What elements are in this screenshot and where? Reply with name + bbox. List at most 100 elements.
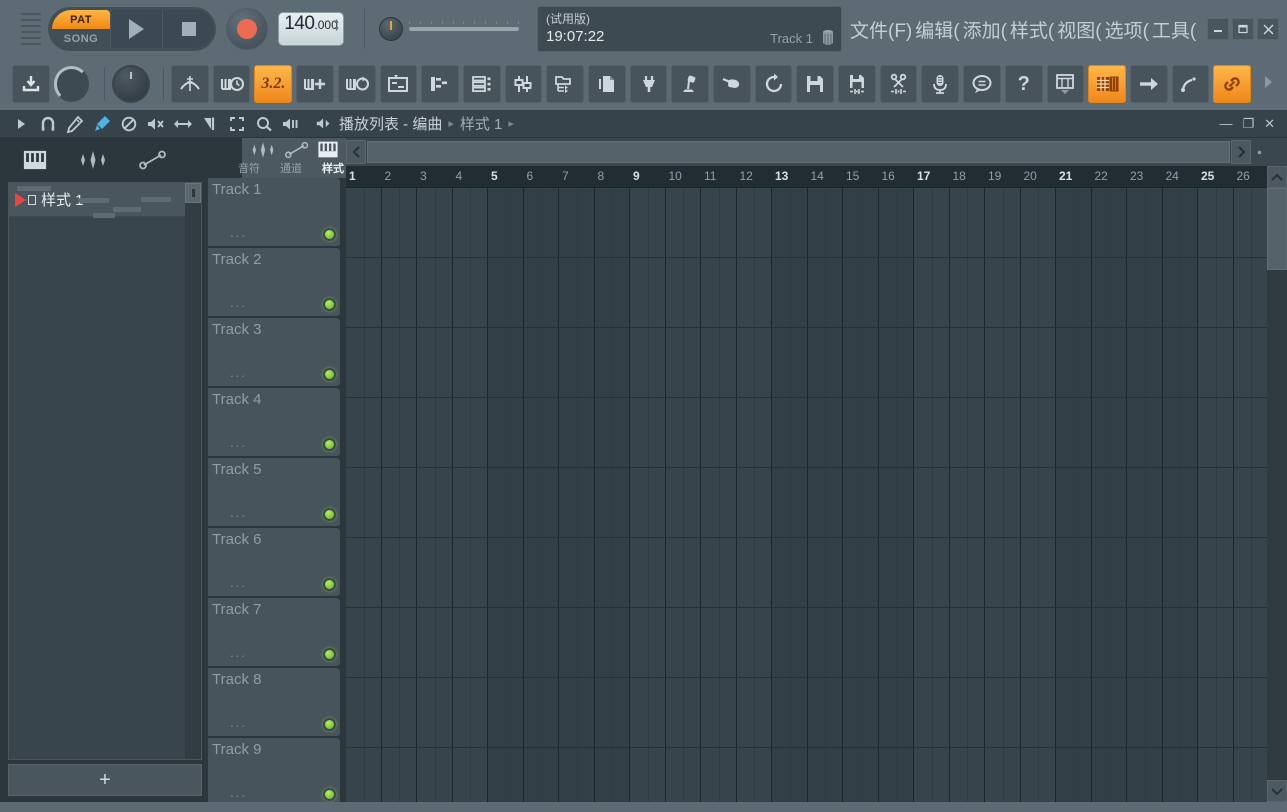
track-enable-led[interactable] — [323, 368, 336, 381]
vertical-scrollbar[interactable] — [1267, 166, 1287, 802]
track-menu-dots[interactable]: ... — [230, 785, 247, 800]
tempo-up-icon[interactable]: ▲ — [333, 18, 340, 25]
track-enable-led[interactable] — [323, 648, 336, 661]
track-row[interactable]: Track 3... — [208, 318, 340, 388]
link-button[interactable] — [1213, 65, 1251, 103]
piano-keys-icon[interactable] — [316, 140, 340, 159]
track-menu-dots[interactable]: ... — [230, 435, 247, 450]
track-menu-dots[interactable]: ... — [230, 225, 247, 240]
track-row[interactable]: Track 8... — [208, 668, 340, 738]
track-enable-led[interactable] — [323, 788, 336, 801]
horizontal-scroll-thumb[interactable] — [367, 141, 1230, 163]
pattern-list[interactable]: 样式 1 — [8, 182, 202, 760]
zoom-handle[interactable] — [1251, 140, 1267, 164]
tab-pattern-label[interactable]: 样式 — [322, 160, 344, 176]
record-mic-button[interactable] — [921, 65, 960, 103]
track-row[interactable]: Track 6... — [208, 528, 340, 598]
timeline-ruler[interactable]: 1 2 3 4 5 6 7 8 9 10 11 12 13 14 15 16 17 18 19 20 21 22 23 24 2… — [346, 166, 1267, 188]
maximize-button[interactable] — [1232, 18, 1254, 40]
cut-audio-button[interactable] — [879, 65, 918, 103]
track-row[interactable]: Track 4... — [208, 388, 340, 458]
track-menu-dots[interactable]: ... — [230, 365, 247, 380]
menu-help[interactable]: 帮 — [1199, 16, 1200, 43]
mixer-button[interactable] — [504, 65, 543, 103]
tool-delete[interactable] — [116, 112, 142, 136]
track-menu-dots[interactable]: ... — [230, 715, 247, 730]
menu-options[interactable]: 选项( — [1105, 16, 1149, 43]
track-row[interactable]: Track 2... — [208, 248, 340, 318]
track-enable-led[interactable] — [323, 508, 336, 521]
scroll-thumb-icon[interactable] — [185, 183, 201, 203]
track-enable-led[interactable] — [323, 578, 336, 591]
song-mode-button[interactable]: SONG — [52, 29, 110, 48]
pattern-panel-button[interactable] — [1088, 65, 1126, 103]
blend-recording-button[interactable] — [337, 65, 376, 103]
minimize-button[interactable] — [1207, 18, 1229, 40]
track-enable-led[interactable] — [323, 298, 336, 311]
time-panel[interactable]: (试用版) 19:07:22 Track 1 — [537, 6, 842, 52]
track-enable-led[interactable] — [323, 228, 336, 241]
metronome-button[interactable] — [171, 65, 209, 103]
tool-paint[interactable] — [89, 112, 115, 136]
add-pattern-button[interactable]: + — [8, 764, 202, 796]
scroll-right-button[interactable] — [1231, 140, 1251, 164]
save-button[interactable] — [796, 65, 835, 103]
save-project-button[interactable] — [12, 65, 50, 103]
pattern-mode-button[interactable]: PAT — [52, 10, 110, 29]
horizontal-scrollbar[interactable] — [346, 138, 1267, 166]
automation-button[interactable] — [1171, 65, 1210, 103]
automation-node-icon[interactable] — [284, 141, 310, 159]
playlist-minimize-button[interactable]: — — [1219, 116, 1232, 132]
track-row[interactable]: Track 1... — [208, 178, 340, 248]
play-button[interactable] — [110, 10, 162, 48]
plugin-picker-button[interactable] — [629, 65, 668, 103]
pattern-play-icon[interactable] — [15, 192, 26, 207]
breadcrumb-pattern[interactable]: 样式 1 — [460, 113, 503, 134]
tempo-field[interactable]: 140.000 ▲ ▼ — [278, 12, 344, 46]
pattern-song-switch[interactable]: PAT SONG — [52, 10, 110, 48]
browser-button[interactable] — [546, 65, 584, 103]
vertical-scroll-thumb[interactable] — [1267, 188, 1287, 270]
stop-button[interactable] — [162, 10, 214, 48]
step-edit-button[interactable] — [296, 65, 334, 103]
scroll-up-button[interactable] — [1267, 166, 1287, 188]
grid-bar-cell[interactable] — [1234, 188, 1268, 802]
tab-notes[interactable] — [78, 150, 108, 175]
tab-automation[interactable] — [138, 150, 168, 175]
track-row[interactable]: Track 7... — [208, 598, 340, 668]
menu-add[interactable]: 添加( — [963, 16, 1007, 43]
save-as-wave-button[interactable] — [838, 65, 876, 103]
pattern-color-swatch[interactable] — [28, 194, 36, 205]
pattern-list-scrollbar[interactable] — [185, 183, 201, 759]
tempo-spinner[interactable]: ▲ ▼ — [333, 18, 340, 33]
help-button[interactable]: ? — [1004, 65, 1043, 103]
playlist-maximize-button[interactable]: ❐ — [1242, 116, 1254, 132]
scroll-left-button[interactable] — [346, 140, 366, 164]
count-in-button[interactable]: 3.2. — [254, 65, 293, 103]
menu-patterns[interactable]: 样式( — [1010, 16, 1054, 43]
menu-file[interactable]: 文件(F) — [850, 16, 912, 43]
tool-zoom[interactable] — [251, 112, 277, 136]
snap-button[interactable] — [713, 65, 751, 103]
playlist-close-button[interactable]: ✕ — [1264, 116, 1275, 132]
comments-button[interactable] — [963, 65, 1001, 103]
project-bass-button[interactable] — [671, 65, 710, 103]
tool-slice[interactable] — [197, 112, 223, 136]
piano-roll-button[interactable] — [421, 65, 459, 103]
arrange-windows-button[interactable] — [1046, 65, 1085, 103]
tool-slip[interactable] — [170, 112, 196, 136]
toolbar-overflow-button[interactable] — [1261, 73, 1275, 96]
track-menu-dots[interactable]: ... — [230, 575, 247, 590]
speaker-arrow-icon[interactable] — [315, 116, 333, 131]
master-volume-knob[interactable] — [53, 66, 90, 102]
breadcrumb-playlist[interactable]: 播放列表 - 编曲 — [339, 113, 442, 134]
menu-edit[interactable]: 编辑( — [915, 16, 959, 43]
tool-pencil[interactable] — [62, 112, 88, 136]
tempo-down-icon[interactable]: ▼ — [333, 26, 340, 33]
track-menu-dots[interactable]: ... — [230, 645, 247, 660]
track-enable-led[interactable] — [323, 718, 336, 731]
pattern-name[interactable]: 样式 1 — [41, 189, 84, 210]
tool-draw-arrow[interactable] — [8, 112, 34, 136]
track-menu-dots[interactable]: ... — [230, 295, 247, 310]
master-pitch-slider[interactable] — [409, 21, 519, 31]
